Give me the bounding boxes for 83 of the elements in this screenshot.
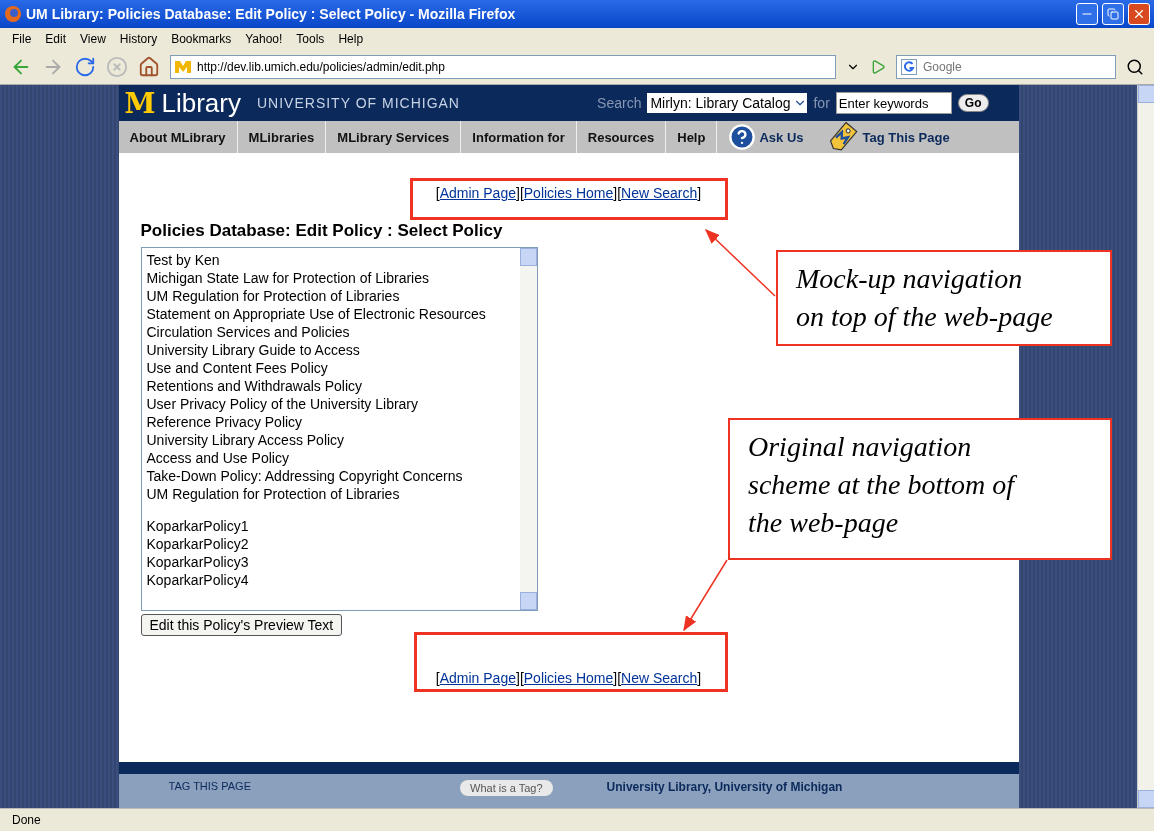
search-field[interactable]: Google	[896, 55, 1116, 79]
close-icon	[1132, 7, 1146, 21]
list-option[interactable]: User Privacy Policy of the University Library	[146, 395, 515, 413]
policy-list[interactable]	[140, 247, 538, 611]
university-name: UNIVERSITY OF MICHIGAN	[257, 95, 461, 111]
nav-tab[interactable]: Help	[666, 121, 718, 153]
edit-button[interactable]: Edit this Policy's Preview Text	[140, 614, 343, 636]
list-option[interactable]: KoparkarPolicy2	[146, 535, 515, 553]
status-text: Done	[0, 808, 1154, 831]
bracket: ]	[697, 670, 702, 686]
tag-label: TAG THIS PAGE	[168, 780, 252, 792]
address-field[interactable]: http://dev.lib.umich.edu/policies/admin/edit.php	[170, 55, 836, 79]
reload-icon[interactable]	[74, 56, 96, 78]
annotation-callout: Original navigation scheme at the bottom of the web-page	[728, 418, 1112, 560]
list-option[interactable]: KoparkarPolicy4	[146, 571, 515, 589]
menu-item[interactable]: Bookmarks	[171, 32, 232, 46]
bracket: [	[519, 670, 524, 686]
logo-word: Library	[161, 87, 241, 119]
bracket: ]	[516, 670, 520, 686]
search-icon[interactable]	[1126, 58, 1144, 76]
list-option[interactable]: Statement on Appropriate Use of Electronic Resources	[146, 305, 515, 323]
menu-item[interactable]: View	[80, 32, 106, 46]
list-option[interactable]: University Library Guide to Access	[146, 341, 515, 359]
engine-icon[interactable]	[901, 59, 917, 75]
go-button[interactable]: Go	[957, 94, 989, 112]
window-title: UM Library: Policies Database: Edit Policy : Select Policy - Mozilla Firefox	[26, 6, 517, 22]
bracket: [	[617, 670, 622, 686]
bracket: ]	[516, 185, 520, 201]
bracket: ]	[613, 185, 618, 201]
home-icon[interactable]	[138, 56, 160, 78]
list-option[interactable]: KoparkarPolicy1	[146, 517, 515, 535]
bracket: [	[617, 185, 622, 201]
help-icon	[728, 123, 757, 151]
menu-item[interactable]: Edit	[45, 32, 67, 46]
menu-item[interactable]: Yahoo!	[245, 32, 283, 46]
list-option[interactable]: UM Regulation for Protection of Libraries	[146, 485, 515, 503]
logo-letter: M	[124, 86, 156, 120]
site-icon	[175, 61, 191, 73]
tag-help-link[interactable]: What is a Tag?	[460, 780, 553, 796]
browser-logo-icon	[4, 5, 22, 23]
nav-tab[interactable]: Tag This Page	[814, 121, 961, 153]
catalog-select[interactable]: Mirlyn: Library Catalog	[647, 93, 808, 113]
bracket: ]	[697, 185, 702, 201]
go-icon[interactable]	[870, 59, 886, 75]
list-option[interactable]: Use and Content Fees Policy	[146, 359, 515, 377]
for-label: for	[813, 95, 830, 111]
leader-arrow	[704, 228, 776, 297]
list-option[interactable]: Access and Use Policy	[146, 449, 515, 467]
list-option[interactable]: Michigan State Law for Protection of Libraries	[146, 269, 515, 287]
close-button[interactable]	[1128, 3, 1150, 25]
annotation-callout: Mock-up navigation on top of the web-page	[776, 250, 1112, 346]
nav-tab[interactable]: Information for	[461, 121, 577, 153]
menu-item[interactable]: Help	[338, 32, 364, 46]
scroll-up-icon[interactable]	[519, 248, 537, 266]
keywords-field[interactable]: Enter keywords	[835, 92, 952, 114]
list-option[interactable]: Take-Down Policy: Addressing Copyright Concerns	[146, 467, 515, 485]
nav-tab[interactable]: MLibraries	[237, 121, 327, 153]
bracket: ]	[613, 670, 618, 686]
list-option[interactable]: UM Regulation for Protection of Libraries	[146, 287, 515, 305]
list-option[interactable]: Reference Privacy Policy	[146, 413, 515, 431]
list-option[interactable]: Retentions and Withdrawals Policy	[146, 377, 515, 395]
minimize-button[interactable]	[1076, 3, 1098, 25]
nav-tab[interactable]: Resources	[576, 121, 667, 153]
scroll-down-icon[interactable]	[519, 592, 537, 610]
search-label: Search	[597, 95, 642, 111]
footer-credit: University Library, University of Michigan	[606, 780, 843, 794]
url-text: http://dev.lib.umich.edu/policies/admin/edit.php	[197, 60, 445, 74]
menu-item[interactable]: Tools	[296, 32, 325, 46]
nav-tab[interactable]: Ask Us	[717, 121, 815, 153]
bracket: [	[435, 185, 440, 201]
maximize-button[interactable]	[1102, 3, 1124, 25]
bracket: [	[435, 670, 440, 686]
menu-item[interactable]: File	[12, 32, 32, 46]
nav-tab[interactable]: MLibrary Services	[326, 121, 462, 153]
bracket: [	[519, 185, 524, 201]
list-option[interactable]: Circulation Services and Policies	[146, 323, 515, 341]
list-option[interactable]: University Library Access Policy	[146, 431, 515, 449]
menu-item[interactable]: History	[119, 32, 158, 46]
restore-icon	[1107, 8, 1119, 20]
list-option[interactable]: KoparkarPolicy3	[146, 553, 515, 571]
page-heading: Policies Database: Edit Policy : Select Policy	[140, 221, 504, 241]
list-option[interactable]: Test by Ken	[146, 251, 515, 269]
nav-tab[interactable]: About MLibrary	[118, 121, 238, 153]
